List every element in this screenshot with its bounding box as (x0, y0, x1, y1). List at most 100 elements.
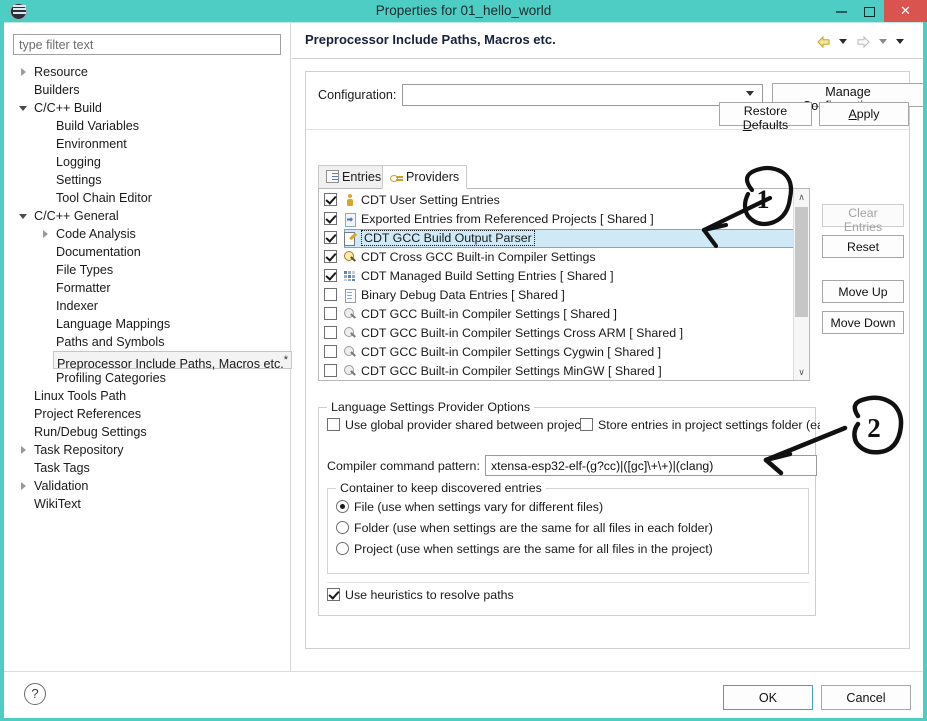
provider-row[interactable]: CDT GCC Built-in Compiler Settings Cross… (319, 324, 793, 343)
filter-input[interactable] (13, 34, 281, 55)
provider-row[interactable]: Binary Debug Data Entries [ Shared ] (319, 286, 793, 305)
radio-folder-row[interactable]: Folder (use when settings are the same f… (336, 521, 713, 535)
sidebar-item-code-analysis[interactable]: Code Analysis (4, 225, 291, 243)
ok-button[interactable]: OK (723, 685, 813, 710)
radio-project-row[interactable]: Project (use when settings are the same … (336, 542, 713, 556)
scrollbar-thumb[interactable] (795, 207, 808, 317)
sidebar-item-logging[interactable]: Logging (4, 153, 291, 171)
move-down-button[interactable]: Move Down (822, 311, 904, 334)
forward-navigation (856, 33, 887, 51)
close-button[interactable]: ✕ (884, 0, 927, 22)
radio-folder[interactable] (336, 521, 349, 534)
sidebar-item-run-debug-settings[interactable]: Run/Debug Settings (4, 423, 291, 441)
sidebar-item-language-mappings[interactable]: Language Mappings (4, 315, 291, 333)
sidebar-item-file-types[interactable]: File Types (4, 261, 291, 279)
provider-row[interactable]: CDT GCC Build Output Parser (319, 229, 793, 248)
back-navigation[interactable] (816, 33, 847, 51)
sidebar-item-c-c-general[interactable]: C/C++ General (4, 207, 291, 225)
sidebar-item-label: Build Variables (56, 117, 139, 135)
providers-scrollbar[interactable]: ∧ ∨ (793, 189, 809, 380)
chevron-down-icon[interactable] (18, 207, 30, 225)
sidebar-item-project-references[interactable]: Project References (4, 405, 291, 423)
sidebar-item-validation[interactable]: Validation (4, 477, 291, 495)
chevron-down-icon[interactable] (18, 99, 30, 117)
use-global-provider-checkbox[interactable] (327, 418, 340, 431)
chevron-right-icon[interactable] (40, 225, 52, 243)
sidebar-item-formatter[interactable]: Formatter (4, 279, 291, 297)
shared-badge: [ Shared ] (597, 212, 654, 226)
configuration-select[interactable]: Default [ Active ] (402, 84, 763, 106)
scroll-up-icon[interactable]: ∧ (794, 189, 809, 205)
sidebar-item-tool-chain-editor[interactable]: Tool Chain Editor (4, 189, 291, 207)
sidebar-item-c-c-build[interactable]: C/C++ Build (4, 99, 291, 117)
page-menu-button[interactable] (892, 33, 904, 51)
help-icon[interactable]: ? (24, 683, 46, 705)
compiler-command-pattern-input[interactable] (485, 455, 817, 476)
heuristics-checkbox[interactable] (327, 588, 340, 601)
provider-row[interactable]: Exported Entries from Referenced Project… (319, 210, 793, 229)
provider-checkbox[interactable] (324, 288, 337, 301)
radio-folder-label: Folder (use when settings are the same f… (354, 521, 713, 535)
radio-file-row[interactable]: File (use when settings vary for differe… (336, 500, 603, 514)
sidebar-item-profiling-categories[interactable]: Profiling Categories (4, 369, 291, 387)
chevron-right-icon[interactable] (18, 441, 30, 459)
sidebar-item-documentation[interactable]: Documentation (4, 243, 291, 261)
move-up-button[interactable]: Move Up (822, 280, 904, 303)
provider-checkbox[interactable] (324, 364, 337, 377)
sidebar-item-wikitext[interactable]: WikiText (4, 495, 291, 513)
radio-file[interactable] (336, 500, 349, 513)
store-entries-checkbox[interactable] (580, 418, 593, 431)
sidebar-item-build-variables[interactable]: Build Variables (4, 117, 291, 135)
tab-entries[interactable]: Entries (318, 165, 385, 189)
provider-checkbox[interactable] (324, 307, 337, 320)
restore-defaults-button[interactable]: Restore Defaults (719, 102, 812, 126)
heuristics-checkbox-row[interactable]: Use heuristics to resolve paths (327, 588, 514, 602)
properties-dialog: Properties for 01_hello_world ✕ Resource… (0, 0, 927, 721)
clear-entries-button[interactable]: Clear Entries (822, 204, 904, 227)
sidebar-item-indexer[interactable]: Indexer (4, 297, 291, 315)
chevron-right-icon[interactable] (18, 63, 30, 81)
use-global-provider-checkbox-row[interactable]: Use global provider shared between proje… (327, 418, 590, 432)
sidebar-item-linux-tools-path[interactable]: Linux Tools Path (4, 387, 291, 405)
cancel-button[interactable]: Cancel (821, 685, 911, 710)
chevron-right-icon[interactable] (18, 477, 30, 495)
sidebar-item-task-repository[interactable]: Task Repository (4, 441, 291, 459)
sidebar-item-builders[interactable]: Builders (4, 81, 291, 99)
back-arrow-icon[interactable] (816, 35, 831, 49)
maximize-button[interactable] (856, 0, 882, 22)
provider-checkbox[interactable] (324, 193, 337, 206)
provider-row[interactable]: CDT User Setting Entries (319, 191, 793, 210)
sidebar-item-paths-and-symbols[interactable]: Paths and Symbols (4, 333, 291, 351)
chevron-down-icon[interactable] (896, 39, 904, 44)
providers-list[interactable]: CDT User Setting EntriesExported Entries… (319, 189, 793, 381)
sidebar-item-settings[interactable]: Settings (4, 171, 291, 189)
minimize-button[interactable] (828, 0, 854, 22)
radio-project[interactable] (336, 542, 349, 555)
sidebar-item-environment[interactable]: Environment (4, 135, 291, 153)
provider-row[interactable]: CDT Cross GCC Built-in Compiler Settings (319, 248, 793, 267)
sidebar-item-label: File Types (56, 261, 113, 279)
provider-checkbox[interactable] (324, 231, 337, 244)
provider-row[interactable]: CDT GCC Built-in Compiler Settings MinGW… (319, 362, 793, 381)
sidebar-item-task-tags[interactable]: Task Tags (4, 459, 291, 477)
provider-row[interactable]: CDT GCC Built-in Compiler Settings Cygwi… (319, 343, 793, 362)
magnify-dim-icon (343, 326, 357, 340)
sidebar-item-resource[interactable]: Resource (4, 63, 291, 81)
tab-entries-label: Entries (342, 170, 381, 184)
sidebar-item-label: Logging (56, 153, 101, 171)
scroll-down-icon[interactable]: ∨ (794, 364, 809, 380)
store-entries-checkbox-row[interactable]: Store entries in project settings folder… (580, 418, 820, 432)
provider-checkbox[interactable] (324, 345, 337, 358)
back-dropdown-icon[interactable] (839, 39, 847, 44)
provider-row[interactable]: CDT Managed Build Setting Entries [ Shar… (319, 267, 793, 286)
provider-checkbox[interactable] (324, 326, 337, 339)
provider-checkbox[interactable] (324, 250, 337, 263)
sidebar-item-preprocessor-include-paths-macros-etc[interactable]: Preprocessor Include Paths, Macros etc.* (4, 351, 291, 369)
apply-button[interactable]: Apply (819, 102, 909, 126)
provider-checkbox[interactable] (324, 269, 337, 282)
provider-row[interactable]: CDT GCC Built-in Compiler Settings [ Sha… (319, 305, 793, 324)
provider-checkbox[interactable] (324, 212, 337, 225)
reset-button[interactable]: Reset (822, 235, 904, 258)
settings-tree: ResourceBuildersC/C++ BuildBuild Variabl… (4, 63, 291, 663)
tab-providers[interactable]: Providers (382, 165, 467, 189)
